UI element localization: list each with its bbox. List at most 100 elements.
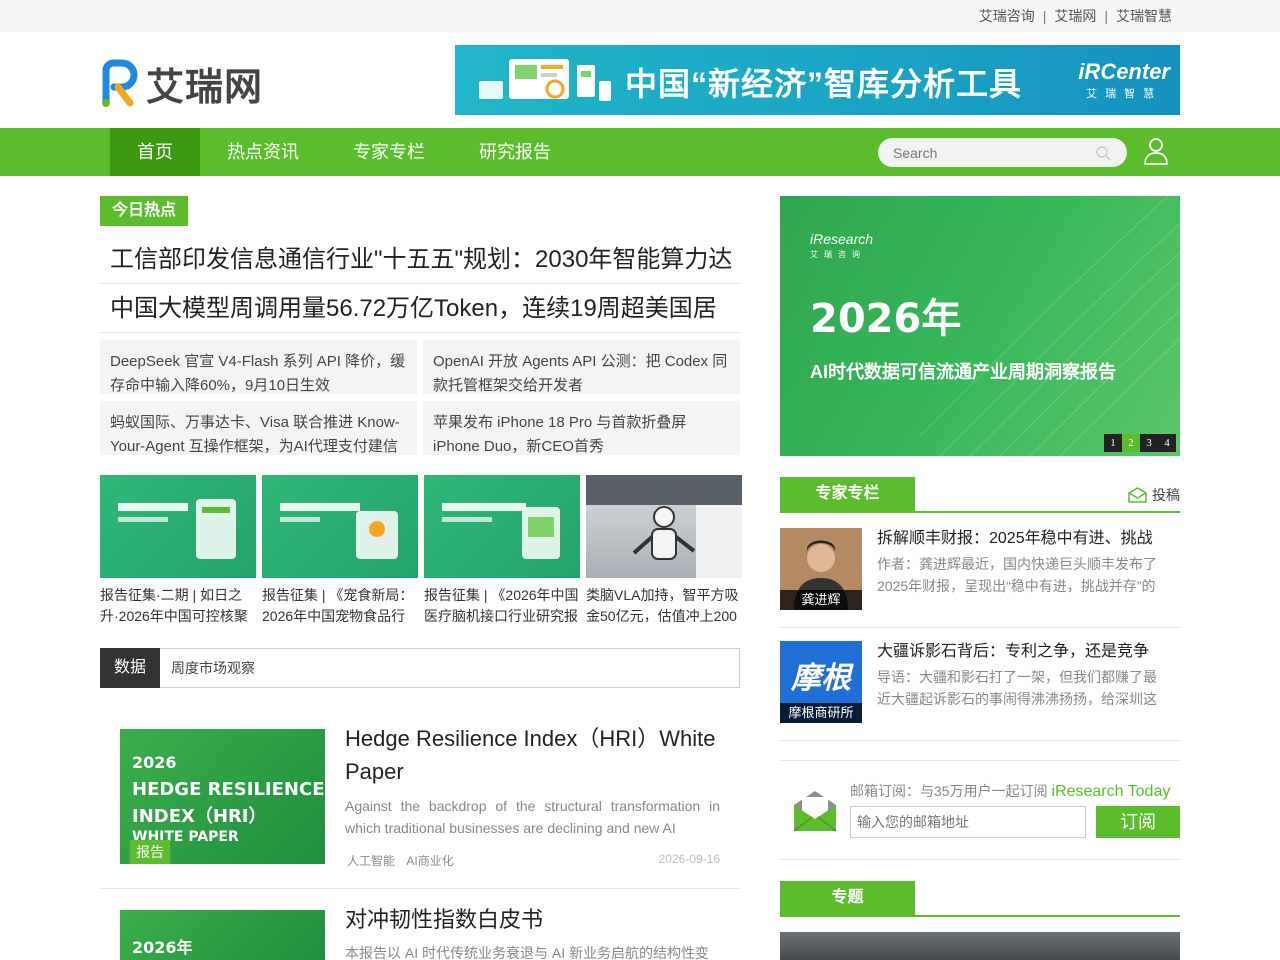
report-desc-2: 本报告以 AI 时代传统业务衰退与 AI 新业务启航的结构性变 (345, 945, 710, 960)
report-tag[interactable]: 人工智能 (347, 854, 395, 868)
subscribe-highlight: iResearch Today (1051, 783, 1171, 800)
hero-year: 2026年 (810, 296, 962, 342)
ad-banner[interactable]: 中国“新经济”智库分析工具 iRCenter 艾瑞智慧 (455, 45, 1180, 115)
report-tags: 人工智能 AI商业化 (347, 852, 454, 869)
thumb-caption-2[interactable]: 报告征集 | 《宠食新局：2026年中国宠物食品行 (262, 585, 418, 629)
contribute-label: 投稿 (1152, 487, 1180, 503)
subscribe-text: 邮箱订阅：与35万用户一起订阅 iResearch Today (850, 781, 1170, 801)
banner-brand-name: iRCenter (1078, 59, 1170, 84)
topic-image[interactable] (780, 932, 1180, 960)
topics-label[interactable]: 专题 (780, 881, 915, 915)
data-section-bar: 数据 周度市场观察 (100, 648, 740, 688)
report-image-title: HEDGE RESILIENCE (132, 779, 325, 800)
news-box-2[interactable]: OpenAI 开放 Agents API 公测：把 Codex 同款托管框架交给… (423, 340, 740, 394)
search-icon[interactable] (1095, 145, 1111, 161)
today-hot-tag: 今日热点 (100, 196, 188, 226)
nav-item-home[interactable]: 首页 (110, 128, 200, 176)
news-box-1[interactable]: DeepSeek 官宣 V4-Flash 系列 API 降价，缓存命中输入降60… (100, 340, 417, 394)
nav-item-reports[interactable]: 研究报告 (452, 128, 578, 176)
expert-logo-text: 摩根 (791, 662, 851, 695)
report-cover-icon (118, 499, 236, 559)
experts-section-header: 专家专栏 投稿 (780, 477, 1180, 513)
avatar: 龚进辉 (780, 528, 862, 610)
topics-section-header: 专题 (780, 881, 1180, 917)
hero-brand: iResearch 艾瑞咨询 (810, 231, 873, 260)
mail-icon (793, 791, 837, 832)
top-link-ircenter[interactable]: 艾瑞智慧 (1116, 6, 1172, 26)
site-logo[interactable]: 艾瑞网 (100, 57, 280, 109)
envelope-icon (1128, 487, 1147, 503)
banner-title: 中国“新经济”智库分析工具 (625, 66, 1023, 102)
pager-dot-2[interactable]: 2 (1122, 434, 1140, 452)
pager-dot-1[interactable]: 1 (1104, 434, 1122, 452)
report-date: 2026-09-16 (658, 852, 720, 866)
report-title-2[interactable]: 对冲韧性指数白皮书 (345, 903, 725, 936)
logo-text: 艾瑞网 (146, 64, 264, 109)
report-image-2[interactable]: 2026年 (120, 910, 325, 960)
search-input[interactable] (878, 138, 1078, 167)
carousel-pager: 1 2 3 4 (1104, 434, 1176, 452)
expert-name: 摩根商研所 (780, 703, 862, 723)
headline-2[interactable]: 中国大模型周调用量56.72万亿Token，连续19周超美国居 (100, 284, 740, 333)
expert-article-title[interactable]: 大疆诉影石背后：专利之争，还是竞争 (877, 637, 1149, 661)
dashboard-illustration-icon (479, 59, 611, 101)
experts-label[interactable]: 专家专栏 (780, 477, 915, 511)
report-image-1[interactable]: 2026 HEDGE RESILIENCE INDEX（HRI） WHITE P… (120, 729, 325, 864)
pager-dot-3[interactable]: 3 (1140, 434, 1158, 452)
subscribe-prompt: 邮箱订阅：与35万用户一起订阅 (850, 783, 1048, 799)
top-link-iresearch[interactable]: 艾瑞咨询 (979, 6, 1035, 26)
thumb-image-1[interactable] (100, 475, 256, 578)
email-input[interactable] (850, 806, 1086, 838)
pager-dot-4[interactable]: 4 (1158, 434, 1176, 452)
hero-carousel[interactable]: iResearch 艾瑞咨询 2026年 AI时代数据可信流通产业周期洞察报告 … (780, 196, 1180, 456)
top-links: 艾瑞咨询 | 艾瑞网 | 艾瑞智慧 (979, 0, 1172, 32)
data-subtab[interactable]: 周度市场观察 (171, 649, 255, 687)
thumb-image-4[interactable] (586, 475, 742, 578)
expert-item-2[interactable]: 摩根 摩根商研所 大疆诉影石背后：专利之争，还是竞争 导语：大疆和影石打了一架，… (780, 641, 1180, 741)
header: 艾瑞网 中国“新经济”智库分析工具 iRCenter 艾瑞智慧 (0, 32, 1280, 128)
headline-1[interactable]: 工信部印发信息通信行业"十五五"规划：2030年智能算力达 (100, 235, 740, 284)
top-link-iresearch-net[interactable]: 艾瑞网 (1054, 6, 1096, 26)
thumb-image-2[interactable] (262, 475, 418, 578)
hero-subtitle: AI时代数据可信流通产业周期洞察报告 (810, 362, 1116, 382)
thumb-image-3[interactable] (424, 475, 580, 578)
report-badge: 报告 (130, 840, 170, 864)
email-subscribe: 邮箱订阅：与35万用户一起订阅 iResearch Today 订阅 (780, 760, 1180, 860)
report-image-year: 2026 (132, 753, 177, 772)
avatar: 摩根 摩根商研所 (780, 641, 862, 723)
nav-items: 首页 热点资讯 专家专栏 研究报告 (110, 128, 578, 176)
nav-item-experts[interactable]: 专家专栏 (326, 128, 452, 176)
search-box (878, 138, 1127, 167)
news-box-4[interactable]: 苹果发布 iPhone 18 Pro 与首款折叠屏 iPhone Duo，新CE… (423, 401, 740, 455)
nav-item-hot-news[interactable]: 热点资讯 (200, 128, 326, 176)
thumb-caption-1[interactable]: 报告征集·二期 | 如日之升·2026年中国可控核聚变 (100, 585, 256, 629)
report-cover-icon (442, 503, 560, 559)
report-tag[interactable]: AI商业化 (406, 854, 453, 868)
expert-item-1[interactable]: 龚进辉 拆解顺丰财报：2025年稳中有进、挑战 作者：龚进辉最近，国内快递巨头顺… (780, 528, 1180, 628)
expert-article-desc: 导语：大疆和影石打了一架，但我们都赚了最近大疆起诉影石的事闹得沸沸扬扬，给深圳这 (877, 669, 1157, 707)
divider (100, 888, 740, 889)
subscribe-button[interactable]: 订阅 (1096, 806, 1180, 838)
report-title-1[interactable]: Hedge Resilience Index（HRI）White Paper (345, 722, 725, 788)
banner-brand: iRCenter 艾瑞智慧 (1078, 59, 1170, 101)
report-image-title: INDEX（HRI） (132, 806, 267, 827)
expert-name: 龚进辉 (780, 590, 862, 610)
hero-brand-name: iResearch (810, 231, 874, 247)
expert-article-title[interactable]: 拆解顺丰财报：2025年稳中有进、挑战 (877, 524, 1153, 548)
thumb-caption-3[interactable]: 报告征集 | 《2026年中国医疗脑机接口行业研究报 (424, 585, 580, 629)
contribute-link[interactable]: 投稿 (1128, 485, 1180, 505)
expert-article-desc: 作者：龚进辉最近，国内快递巨头顺丰发布了2025年财报，呈现出“稳中有进，挑战并… (877, 556, 1157, 594)
thumb-caption-4[interactable]: 类脑VLA加持，智平方吸金50亿元，估值冲上200 (586, 585, 742, 629)
report-desc-1: Against the backdrop of the structural t… (345, 798, 720, 836)
report-cover-icon (280, 503, 398, 559)
user-icon[interactable] (1143, 137, 1169, 165)
banner-brand-sub: 艾瑞智慧 (1086, 88, 1163, 100)
news-box-3[interactable]: 蚂蚁国际、万事达卡、Visa 联合推进 Know-Your-Agent 互操作框… (100, 401, 417, 455)
separator: | (1042, 8, 1047, 24)
separator: | (1104, 8, 1108, 24)
hero-brand-sub: 艾瑞咨询 (810, 250, 866, 259)
top-bar: 艾瑞咨询 | 艾瑞网 | 艾瑞智慧 (0, 0, 1280, 32)
robot-photo-icon (586, 475, 742, 578)
data-tab[interactable]: 数据 (100, 648, 160, 688)
report-image-year: 2026年 (132, 938, 193, 957)
